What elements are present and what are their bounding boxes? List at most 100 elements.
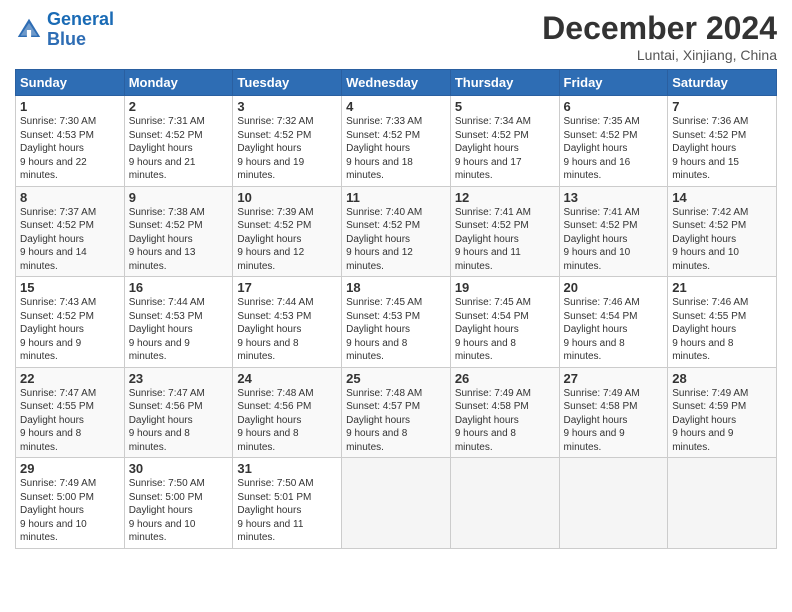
calendar-week-0: 1 Sunrise: 7:30 AM Sunset: 4:53 PM Dayli… bbox=[16, 96, 777, 187]
day-info: Sunrise: 7:34 AM Sunset: 4:52 PM Dayligh… bbox=[455, 115, 555, 183]
day-number: 8 bbox=[20, 190, 120, 205]
day-info: Sunrise: 7:48 AM Sunset: 4:57 PM Dayligh… bbox=[346, 387, 446, 455]
day-info: Sunrise: 7:39 AM Sunset: 4:52 PM Dayligh… bbox=[237, 206, 337, 274]
logo-general: General bbox=[47, 9, 114, 29]
location: Luntai, Xinjiang, China bbox=[542, 47, 777, 63]
calendar-cell: 22 Sunrise: 7:47 AM Sunset: 4:55 PM Dayl… bbox=[16, 367, 125, 458]
day-number: 16 bbox=[129, 280, 229, 295]
day-info: Sunrise: 7:38 AM Sunset: 4:52 PM Dayligh… bbox=[129, 206, 229, 274]
calendar-week-3: 22 Sunrise: 7:47 AM Sunset: 4:55 PM Dayl… bbox=[16, 367, 777, 458]
day-info: Sunrise: 7:41 AM Sunset: 4:52 PM Dayligh… bbox=[564, 206, 664, 274]
calendar-cell: 31 Sunrise: 7:50 AM Sunset: 5:01 PM Dayl… bbox=[233, 458, 342, 549]
day-number: 21 bbox=[672, 280, 772, 295]
calendar-cell: 23 Sunrise: 7:47 AM Sunset: 4:56 PM Dayl… bbox=[124, 367, 233, 458]
day-info: Sunrise: 7:45 AM Sunset: 4:53 PM Dayligh… bbox=[346, 296, 446, 364]
day-info: Sunrise: 7:49 AM Sunset: 4:59 PM Dayligh… bbox=[672, 387, 772, 455]
day-info: Sunrise: 7:43 AM Sunset: 4:52 PM Dayligh… bbox=[20, 296, 120, 364]
main-container: General Blue December 2024 Luntai, Xinji… bbox=[0, 0, 792, 559]
day-number: 3 bbox=[237, 99, 337, 114]
day-info: Sunrise: 7:42 AM Sunset: 4:52 PM Dayligh… bbox=[672, 206, 772, 274]
calendar-cell: 21 Sunrise: 7:46 AM Sunset: 4:55 PM Dayl… bbox=[668, 277, 777, 368]
day-number: 4 bbox=[346, 99, 446, 114]
day-info: Sunrise: 7:35 AM Sunset: 4:52 PM Dayligh… bbox=[564, 115, 664, 183]
day-number: 18 bbox=[346, 280, 446, 295]
calendar-cell: 17 Sunrise: 7:44 AM Sunset: 4:53 PM Dayl… bbox=[233, 277, 342, 368]
calendar-cell: 14 Sunrise: 7:42 AM Sunset: 4:52 PM Dayl… bbox=[668, 186, 777, 277]
day-number: 31 bbox=[237, 461, 337, 476]
day-number: 17 bbox=[237, 280, 337, 295]
day-number: 22 bbox=[20, 371, 120, 386]
calendar-cell: 13 Sunrise: 7:41 AM Sunset: 4:52 PM Dayl… bbox=[559, 186, 668, 277]
day-number: 14 bbox=[672, 190, 772, 205]
day-number: 15 bbox=[20, 280, 120, 295]
day-number: 30 bbox=[129, 461, 229, 476]
calendar-cell bbox=[450, 458, 559, 549]
day-number: 10 bbox=[237, 190, 337, 205]
calendar-cell bbox=[342, 458, 451, 549]
calendar-header-row: Sunday Monday Tuesday Wednesday Thursday… bbox=[16, 70, 777, 96]
calendar-cell: 25 Sunrise: 7:48 AM Sunset: 4:57 PM Dayl… bbox=[342, 367, 451, 458]
day-info: Sunrise: 7:30 AM Sunset: 4:53 PM Dayligh… bbox=[20, 115, 120, 183]
day-number: 6 bbox=[564, 99, 664, 114]
calendar-cell: 15 Sunrise: 7:43 AM Sunset: 4:52 PM Dayl… bbox=[16, 277, 125, 368]
day-number: 2 bbox=[129, 99, 229, 114]
month-title: December 2024 bbox=[542, 10, 777, 47]
day-info: Sunrise: 7:41 AM Sunset: 4:52 PM Dayligh… bbox=[455, 206, 555, 274]
day-info: Sunrise: 7:37 AM Sunset: 4:52 PM Dayligh… bbox=[20, 206, 120, 274]
calendar-cell: 8 Sunrise: 7:37 AM Sunset: 4:52 PM Dayli… bbox=[16, 186, 125, 277]
calendar-cell: 27 Sunrise: 7:49 AM Sunset: 4:58 PM Dayl… bbox=[559, 367, 668, 458]
day-info: Sunrise: 7:50 AM Sunset: 5:00 PM Dayligh… bbox=[129, 477, 229, 545]
day-info: Sunrise: 7:46 AM Sunset: 4:54 PM Dayligh… bbox=[564, 296, 664, 364]
logo: General Blue bbox=[15, 10, 114, 50]
day-info: Sunrise: 7:48 AM Sunset: 4:56 PM Dayligh… bbox=[237, 387, 337, 455]
day-number: 27 bbox=[564, 371, 664, 386]
calendar-cell: 6 Sunrise: 7:35 AM Sunset: 4:52 PM Dayli… bbox=[559, 96, 668, 187]
day-number: 11 bbox=[346, 190, 446, 205]
col-friday: Friday bbox=[559, 70, 668, 96]
day-info: Sunrise: 7:36 AM Sunset: 4:52 PM Dayligh… bbox=[672, 115, 772, 183]
day-number: 26 bbox=[455, 371, 555, 386]
calendar-cell: 12 Sunrise: 7:41 AM Sunset: 4:52 PM Dayl… bbox=[450, 186, 559, 277]
day-info: Sunrise: 7:49 AM Sunset: 5:00 PM Dayligh… bbox=[20, 477, 120, 545]
calendar-cell: 19 Sunrise: 7:45 AM Sunset: 4:54 PM Dayl… bbox=[450, 277, 559, 368]
calendar-cell: 10 Sunrise: 7:39 AM Sunset: 4:52 PM Dayl… bbox=[233, 186, 342, 277]
calendar-cell: 4 Sunrise: 7:33 AM Sunset: 4:52 PM Dayli… bbox=[342, 96, 451, 187]
col-sunday: Sunday bbox=[16, 70, 125, 96]
day-info: Sunrise: 7:31 AM Sunset: 4:52 PM Dayligh… bbox=[129, 115, 229, 183]
calendar-cell bbox=[668, 458, 777, 549]
col-saturday: Saturday bbox=[668, 70, 777, 96]
day-number: 28 bbox=[672, 371, 772, 386]
day-number: 7 bbox=[672, 99, 772, 114]
col-wednesday: Wednesday bbox=[342, 70, 451, 96]
day-info: Sunrise: 7:49 AM Sunset: 4:58 PM Dayligh… bbox=[455, 387, 555, 455]
col-tuesday: Tuesday bbox=[233, 70, 342, 96]
calendar-cell: 11 Sunrise: 7:40 AM Sunset: 4:52 PM Dayl… bbox=[342, 186, 451, 277]
calendar-cell: 18 Sunrise: 7:45 AM Sunset: 4:53 PM Dayl… bbox=[342, 277, 451, 368]
day-info: Sunrise: 7:45 AM Sunset: 4:54 PM Dayligh… bbox=[455, 296, 555, 364]
day-info: Sunrise: 7:44 AM Sunset: 4:53 PM Dayligh… bbox=[129, 296, 229, 364]
calendar-cell: 16 Sunrise: 7:44 AM Sunset: 4:53 PM Dayl… bbox=[124, 277, 233, 368]
title-block: December 2024 Luntai, Xinjiang, China bbox=[542, 10, 777, 63]
calendar-cell: 7 Sunrise: 7:36 AM Sunset: 4:52 PM Dayli… bbox=[668, 96, 777, 187]
logo-icon bbox=[15, 16, 43, 44]
day-number: 24 bbox=[237, 371, 337, 386]
calendar-cell: 2 Sunrise: 7:31 AM Sunset: 4:52 PM Dayli… bbox=[124, 96, 233, 187]
day-number: 5 bbox=[455, 99, 555, 114]
day-number: 13 bbox=[564, 190, 664, 205]
day-info: Sunrise: 7:44 AM Sunset: 4:53 PM Dayligh… bbox=[237, 296, 337, 364]
calendar-cell: 29 Sunrise: 7:49 AM Sunset: 5:00 PM Dayl… bbox=[16, 458, 125, 549]
calendar-cell: 5 Sunrise: 7:34 AM Sunset: 4:52 PM Dayli… bbox=[450, 96, 559, 187]
calendar-cell: 1 Sunrise: 7:30 AM Sunset: 4:53 PM Dayli… bbox=[16, 96, 125, 187]
calendar-week-2: 15 Sunrise: 7:43 AM Sunset: 4:52 PM Dayl… bbox=[16, 277, 777, 368]
day-number: 19 bbox=[455, 280, 555, 295]
day-info: Sunrise: 7:47 AM Sunset: 4:56 PM Dayligh… bbox=[129, 387, 229, 455]
header: General Blue December 2024 Luntai, Xinji… bbox=[15, 10, 777, 63]
day-info: Sunrise: 7:49 AM Sunset: 4:58 PM Dayligh… bbox=[564, 387, 664, 455]
day-number: 29 bbox=[20, 461, 120, 476]
day-number: 1 bbox=[20, 99, 120, 114]
day-number: 25 bbox=[346, 371, 446, 386]
calendar-table: Sunday Monday Tuesday Wednesday Thursday… bbox=[15, 69, 777, 549]
logo-text: General Blue bbox=[47, 10, 114, 50]
day-info: Sunrise: 7:40 AM Sunset: 4:52 PM Dayligh… bbox=[346, 206, 446, 274]
day-number: 23 bbox=[129, 371, 229, 386]
